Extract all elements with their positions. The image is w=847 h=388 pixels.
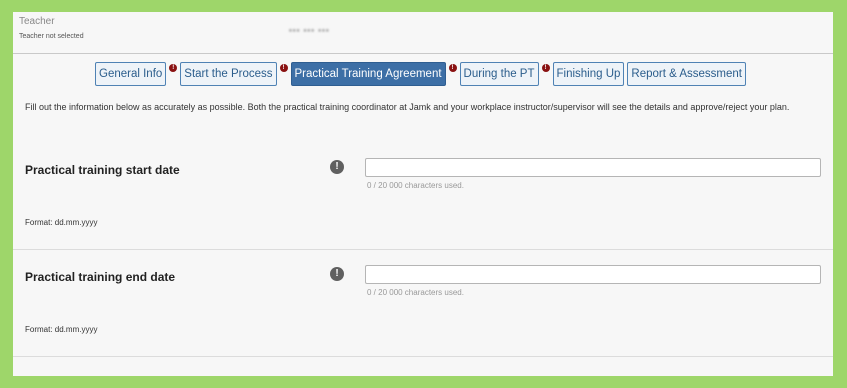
warning-icon: ! [169,64,178,72]
teacher-label: Teacher [19,16,55,27]
tab-start-the-process[interactable]: Start the Process [180,62,277,86]
teacher-block: Teacher Teacher not selected [19,16,84,40]
start-date-input[interactable] [365,158,821,177]
exclamation-circle-icon[interactable]: ! [330,267,344,281]
tab-during-the-pt[interactable]: During the PT [459,62,539,86]
warning-icon: ! [448,64,457,72]
header-divider [13,53,833,54]
intro-text: Fill out the information below as accura… [25,102,790,112]
blurred-teacher-name: ••• ••• ••• [289,26,330,35]
end-date-format-hint: Format: dd.mm.yyyy [25,325,98,334]
exclamation-circle-icon[interactable]: ! [330,160,344,174]
start-date-format-hint: Format: dd.mm.yyyy [25,218,98,227]
tab-report-assessment[interactable]: Report & Assessment [627,62,746,86]
start-date-section: Practical training start date ! 0 / 20 0… [13,143,833,250]
warning-icon: ! [541,64,550,72]
tab-finishing-up[interactable]: Finishing Up [552,62,625,86]
end-date-section: Practical training end date ! 0 / 20 000… [13,250,833,357]
end-date-char-count: 0 / 20 000 characters used. [367,288,464,297]
practical-training-panel: Teacher Teacher not selected ••• ••• •••… [13,12,833,376]
tab-practical-training-agreement[interactable]: Practical Training Agreement [290,62,446,86]
process-tabs: General Info ! Start the Process ! Pract… [95,61,746,87]
end-date-input[interactable] [365,265,821,284]
start-date-char-count: 0 / 20 000 characters used. [367,181,464,190]
teacher-status: Teacher not selected [19,33,84,40]
start-date-label: Practical training start date [25,163,180,177]
warning-icon: ! [279,64,288,72]
tab-general-info[interactable]: General Info [95,62,167,86]
end-date-label: Practical training end date [25,270,176,284]
